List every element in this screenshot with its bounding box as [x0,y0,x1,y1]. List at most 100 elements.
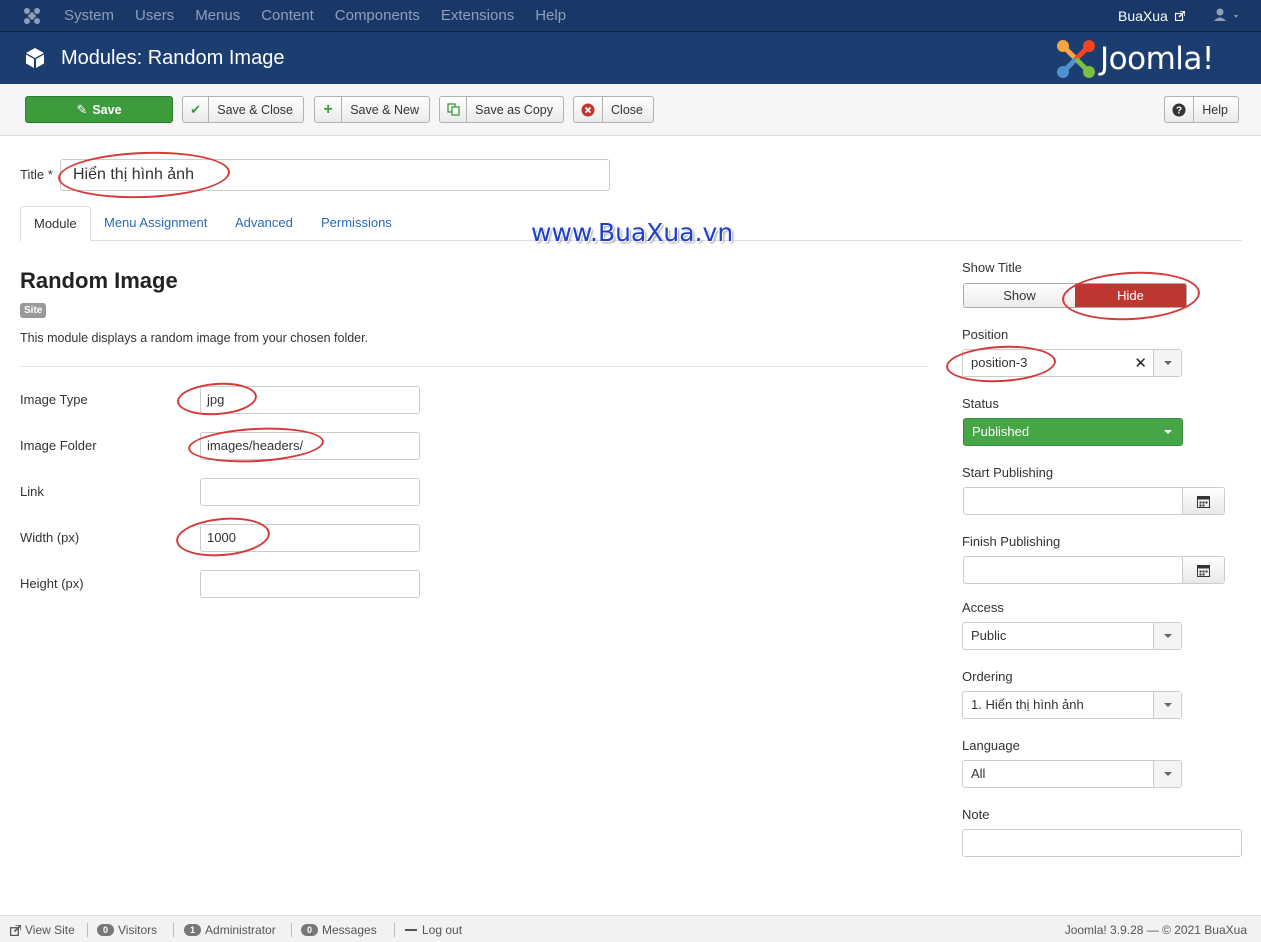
view-site-label: View Site [25,923,75,937]
joomla-menu-icon[interactable] [22,6,42,26]
help-icon: ? [1165,97,1195,122]
ordering-label: Ordering [962,669,1013,684]
help-button[interactable]: ? Help [1164,96,1239,123]
minus-icon [405,929,417,931]
clear-icon[interactable]: ✕ [1134,354,1147,372]
logout-link[interactable]: Log out [405,923,462,937]
language-value: All [971,766,986,781]
close-label: Close [611,102,643,117]
footer-separator [173,923,174,937]
chevron-down-icon[interactable] [1153,623,1181,649]
access-label: Access [962,600,1004,615]
chevron-down-icon[interactable] [1153,761,1181,787]
menu-help[interactable]: Help [535,7,566,24]
language-label: Language [962,738,1020,753]
edit-icon: ✎ [76,101,88,117]
visitors-link[interactable]: 0 Visitors [97,923,157,937]
position-value: position-3 [971,355,1028,370]
tab-advanced[interactable]: Advanced [222,206,306,241]
menu-menus[interactable]: Menus [195,7,240,24]
finish-publishing-label: Finish Publishing [962,534,1061,549]
menu-components[interactable]: Components [335,7,420,24]
save-button[interactable]: ✎ Save [25,96,173,123]
note-input[interactable] [962,829,1242,857]
site-link[interactable]: BuaXua [1118,8,1185,24]
save-close-button[interactable]: ✔ Save & Close [182,96,304,123]
view-site-link[interactable]: View Site [10,923,75,937]
divider [20,366,928,367]
link-input[interactable] [200,478,420,506]
status-label: Status [962,396,999,411]
access-value: Public [971,628,1007,643]
admin-count: 1 [184,924,202,936]
footer-separator [87,923,88,937]
toolbar: ✎ Save ✔ Save & Close + Save & New Save … [0,84,1261,136]
site-badge: Site [20,303,47,318]
menu-extensions[interactable]: Extensions [441,7,514,24]
finish-publishing-input[interactable] [963,556,1225,584]
chevron-down-icon[interactable] [1154,419,1182,445]
ordering-value: 1. Hiển thị hình ảnh [971,697,1084,712]
show-option[interactable]: Show [964,284,1075,307]
svg-text:?: ? [1176,105,1182,116]
calendar-icon[interactable] [1182,488,1224,514]
close-circle-icon [574,97,604,122]
copy-icon [440,97,468,122]
title-label: Title * [20,167,53,182]
visitors-count: 0 [97,924,115,936]
show-title-label: Show Title [962,260,1022,275]
ordering-select[interactable]: 1. Hiển thị hình ảnh [962,691,1182,719]
start-publishing-input[interactable] [963,487,1225,515]
save-new-button[interactable]: + Save & New [314,96,430,123]
watermark: www.BuaXua.vn [531,218,734,247]
top-menu: System Users Menus Content Components Ex… [64,7,587,24]
link-label: Link [20,484,44,499]
help-label: Help [1202,102,1228,117]
admin-label: Administrator [205,923,276,937]
tab-menu-assignment[interactable]: Menu Assignment [91,206,220,241]
save-close-label: Save & Close [217,102,293,117]
width-input[interactable]: 1000 [200,524,420,552]
save-copy-button[interactable]: Save as Copy [439,96,564,123]
access-select[interactable]: Public [962,622,1182,650]
save-new-label: Save & New [350,102,419,117]
language-select[interactable]: All [962,760,1182,788]
image-folder-input[interactable]: images/headers/ [200,432,420,460]
status-select[interactable]: Published [963,418,1183,446]
messages-label: Messages [322,923,377,937]
plus-icon: + [315,97,343,122]
save-label: Save [92,102,122,117]
user-menu-icon[interactable] [1212,7,1242,25]
messages-count: 0 [301,924,319,936]
footer-separator [291,923,292,937]
hide-option[interactable]: Hide [1075,284,1186,307]
page-title: Modules: Random Image [61,47,285,69]
tab-permissions[interactable]: Permissions [308,206,405,241]
tab-module[interactable]: Module [20,206,91,242]
position-select[interactable]: position-3 ✕ [962,349,1182,377]
chevron-down-icon[interactable] [1153,692,1181,718]
title-input[interactable]: Hiển thị hình ảnh [60,159,610,191]
image-folder-label: Image Folder [20,438,97,453]
position-label: Position [962,327,1009,342]
site-name: BuaXua [1118,8,1168,24]
menu-users[interactable]: Users [135,7,174,24]
footer-separator [394,923,395,937]
note-label: Note [962,807,990,822]
menu-system[interactable]: System [64,7,114,24]
image-type-input[interactable]: jpg [200,386,420,414]
show-title-toggle: Show Hide [963,283,1187,308]
administrator-link[interactable]: 1 Administrator [184,923,276,937]
save-copy-label: Save as Copy [475,102,553,117]
chevron-down-icon[interactable] [1153,350,1181,376]
menu-content[interactable]: Content [261,7,314,24]
calendar-icon[interactable] [1182,557,1224,583]
status-bar: View Site 0 Visitors 1 Administrator 0 M… [0,915,1261,942]
height-input[interactable] [200,570,420,598]
module-heading: Random Image [20,268,178,293]
logout-label: Log out [422,923,463,937]
status-value: Published [972,424,1030,439]
messages-link[interactable]: 0 Messages [301,923,377,937]
close-button[interactable]: Close [573,96,654,123]
cube-icon [26,48,44,68]
